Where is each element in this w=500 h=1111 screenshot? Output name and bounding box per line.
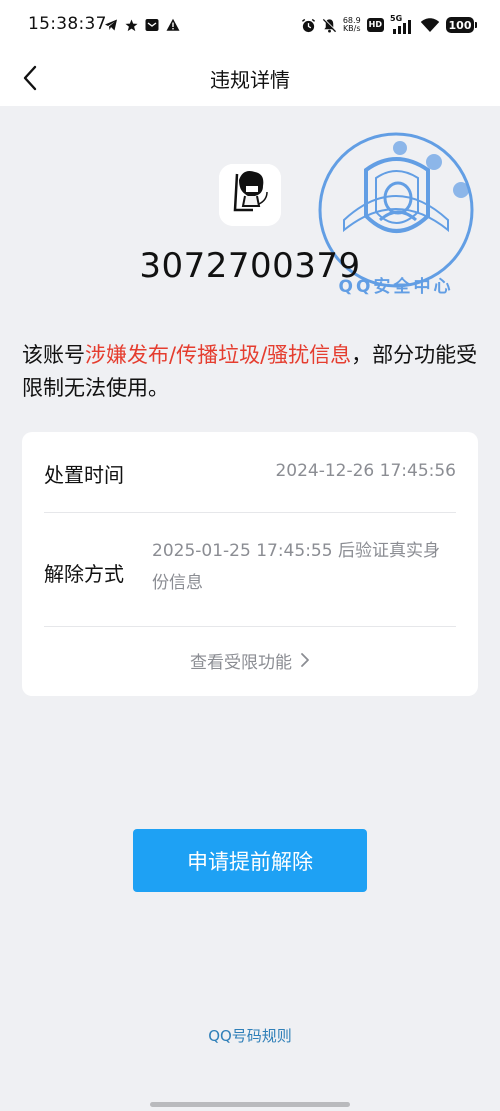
release-method-value: 2025-01-25 17:45:55 后验证真实身份信息 [152,541,440,593]
qq-number-rules-link[interactable]: QQ号码规则 [0,1025,500,1046]
battery-icon: 100 [446,17,477,33]
chevron-right-icon [301,653,309,667]
mail-icon [145,19,159,31]
home-indicator[interactable] [150,1102,350,1107]
avatar [219,164,281,226]
mute-icon [322,18,337,33]
violation-details-card: 处置时间 2024-12-26 17:45:56 解除方式 2025-01-25… [22,432,478,696]
nav-bar: 违规详情 [0,52,500,106]
hd-badge: HD [366,18,384,32]
system-icons: 68.9 KB/s HD 5G 100 [301,14,477,36]
apply-early-release-button[interactable]: 申请提前解除 [133,829,367,892]
signal-icon: 5G [390,15,414,35]
net-speed-unit: KB/s [342,24,361,33]
release-method-row: 解除方式 2025-01-25 17:45:55 后验证真实身份信息 [44,513,456,627]
star-icon [125,18,138,31]
violation-prefix: 该账号 [22,343,85,367]
release-method-label: 解除方式 [44,562,124,586]
notification-icons [104,15,180,35]
view-limits-label: 查看受限功能 [190,652,292,673]
status-bar: 15:38:37 68.9 KB/s HD 5G 100 [0,0,500,52]
view-restricted-features-link[interactable]: 查看受限功能 [22,645,478,675]
alarm-icon [301,18,315,32]
page-title: 违规详情 [210,68,290,92]
warning-icon [166,18,180,31]
net-speed: 68.9 KB/s [343,17,361,33]
handling-time-value: 2024-12-26 17:45:56 [275,461,456,481]
handling-time-label: 处置时间 [44,463,124,487]
violation-reason: 涉嫌发布/传播垃圾/骚扰信息 [85,343,352,367]
telegram-icon [105,19,117,31]
wifi-icon [420,18,440,32]
status-time: 15:38:37 [28,14,107,34]
violation-notice: 该账号涉嫌发布/传播垃圾/骚扰信息，部分功能受限制无法使用。 [22,339,482,405]
handling-time-row: 处置时间 2024-12-26 17:45:56 [44,432,456,513]
account-number: 3072700379 [139,246,361,286]
main-content: QQ安全中心 3072700379 该账号涉嫌发布/传播垃圾/骚扰信息，部分功能… [0,106,500,1111]
